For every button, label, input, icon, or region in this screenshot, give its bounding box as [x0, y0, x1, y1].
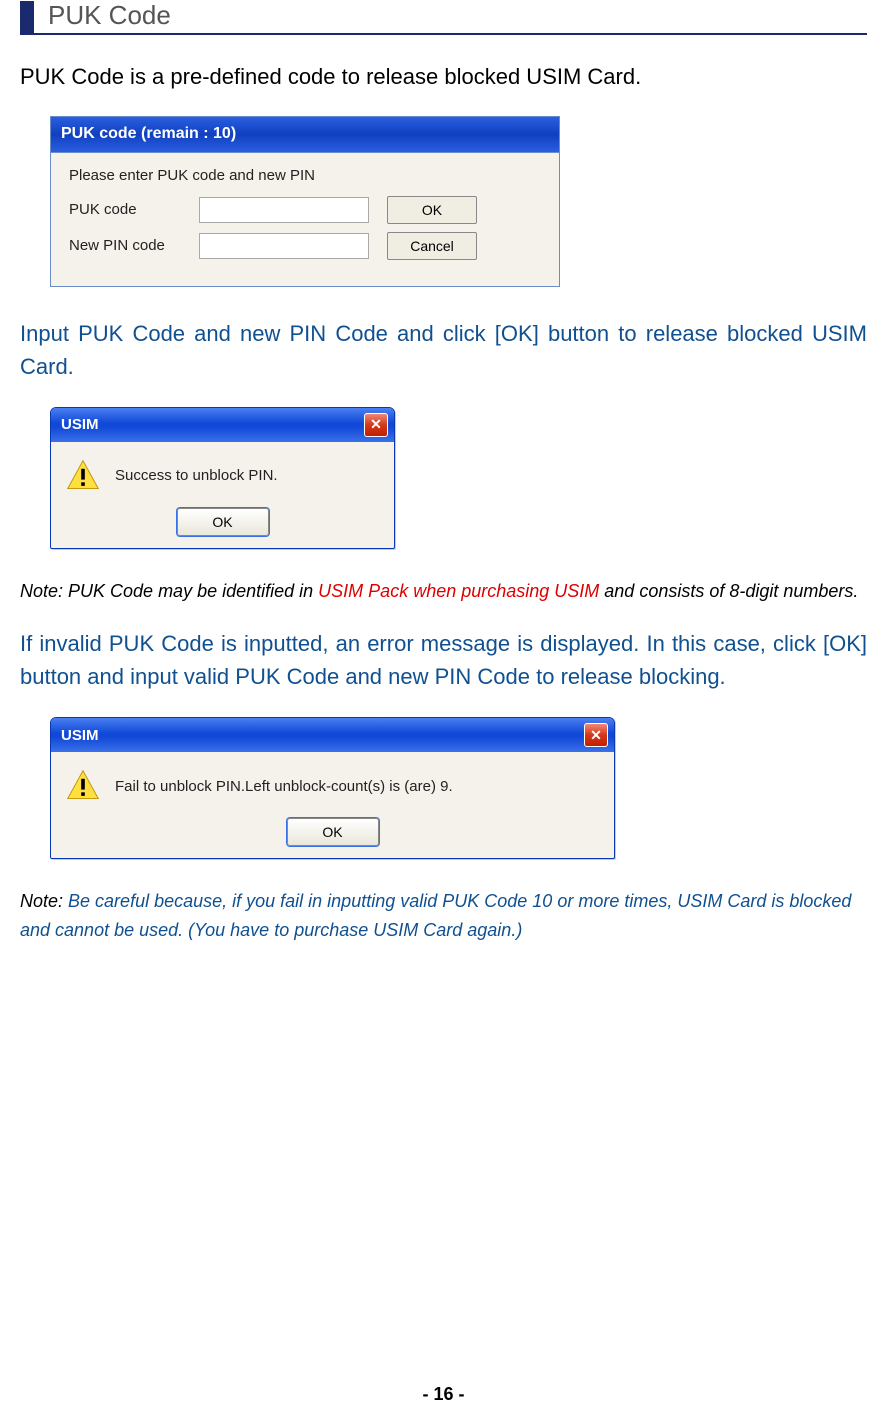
dialog-body: Please enter PUK code and new PIN PUK co… — [51, 153, 559, 286]
close-icon: ✕ — [590, 727, 602, 744]
close-button[interactable]: ✕ — [584, 723, 608, 747]
dialog-message: Fail to unblock PIN.Left unblock-count(s… — [115, 778, 453, 795]
puk-code-label: PUK code — [69, 201, 199, 218]
dialog-body: Fail to unblock PIN.Left unblock-count(s… — [51, 752, 614, 858]
dialog-content: Fail to unblock PIN.Left unblock-count(s… — [65, 768, 600, 804]
warning-icon — [65, 458, 101, 494]
dialog-title: USIM — [61, 416, 99, 433]
ok-button[interactable]: OK — [287, 818, 379, 846]
usim-fail-dialog: USIM ✕ Fail to unblock PIN.Left unblock-… — [50, 717, 615, 859]
new-pin-input[interactable] — [199, 233, 369, 259]
puk-code-input[interactable] — [199, 197, 369, 223]
puk-row: PUK code OK — [69, 196, 541, 224]
dialog-title: PUK code (remain : 10) — [61, 125, 236, 143]
ok-button[interactable]: OK — [387, 196, 477, 224]
new-pin-label: New PIN code — [69, 237, 199, 254]
note-prefix: Note: PUK Code may be identified in — [20, 581, 318, 601]
dialog-heading: Please enter PUK code and new PIN — [69, 167, 541, 184]
dialog-titlebar: USIM ✕ — [51, 408, 394, 442]
dialog-content: Success to unblock PIN. — [65, 458, 380, 494]
dialog-titlebar: PUK code (remain : 10) — [51, 117, 559, 153]
section-marker-icon — [20, 1, 34, 33]
note-blue-text: Be careful because, if you fail in input… — [20, 891, 851, 940]
warning-icon — [65, 768, 101, 804]
button-row: OK — [65, 508, 380, 536]
section-header: PUK Code — [20, 0, 867, 35]
dialog-titlebar: USIM ✕ — [51, 718, 614, 752]
intro-text: PUK Code is a pre-defined code to releas… — [20, 63, 867, 92]
dialog-title: USIM — [61, 727, 99, 744]
close-icon: ✕ — [370, 416, 382, 433]
dialog-message: Success to unblock PIN. — [115, 467, 278, 484]
usim-success-dialog: USIM ✕ Success to unblock PIN. OK — [50, 407, 395, 549]
instruction-1: Input PUK Code and new PIN Code and clic… — [20, 317, 867, 383]
puk-dialog: PUK code (remain : 10) Please enter PUK … — [50, 116, 560, 287]
instruction-2: If invalid PUK Code is inputted, an erro… — [20, 627, 867, 693]
ok-button[interactable]: OK — [177, 508, 269, 536]
close-button[interactable]: ✕ — [364, 413, 388, 437]
cancel-button[interactable]: Cancel — [387, 232, 477, 260]
button-row: OK — [65, 818, 600, 846]
note-1: Note: PUK Code may be identified in USIM… — [20, 577, 867, 606]
pin-row: New PIN code Cancel — [69, 232, 541, 260]
page-number: - 16 - — [0, 1384, 887, 1405]
note-2: Note: Be careful because, if you fail in… — [20, 887, 867, 945]
section-title: PUK Code — [48, 0, 171, 33]
note-red-text: USIM Pack when purchasing USIM — [318, 581, 599, 601]
note-prefix: Note: — [20, 891, 68, 911]
note-suffix: and consists of 8-digit numbers. — [599, 581, 858, 601]
dialog-body: Success to unblock PIN. OK — [51, 442, 394, 548]
